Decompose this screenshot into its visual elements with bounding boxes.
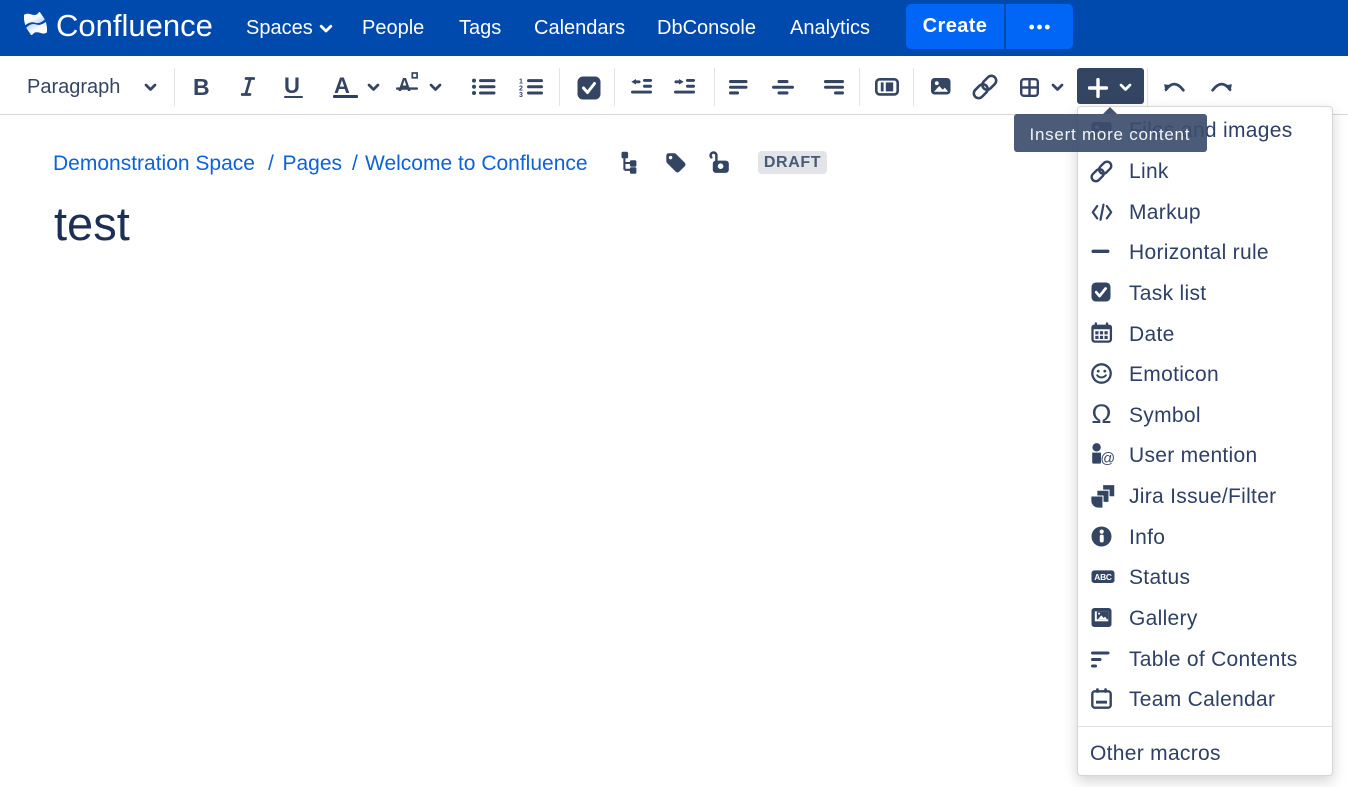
svg-text:ABC: ABC [1094, 572, 1112, 582]
svg-text:1: 1 [519, 78, 523, 85]
svg-text:Ω: Ω [1091, 402, 1111, 426]
svg-text:A: A [398, 75, 411, 95]
svg-text:@: @ [1100, 451, 1115, 465]
svg-text:3: 3 [519, 92, 523, 97]
